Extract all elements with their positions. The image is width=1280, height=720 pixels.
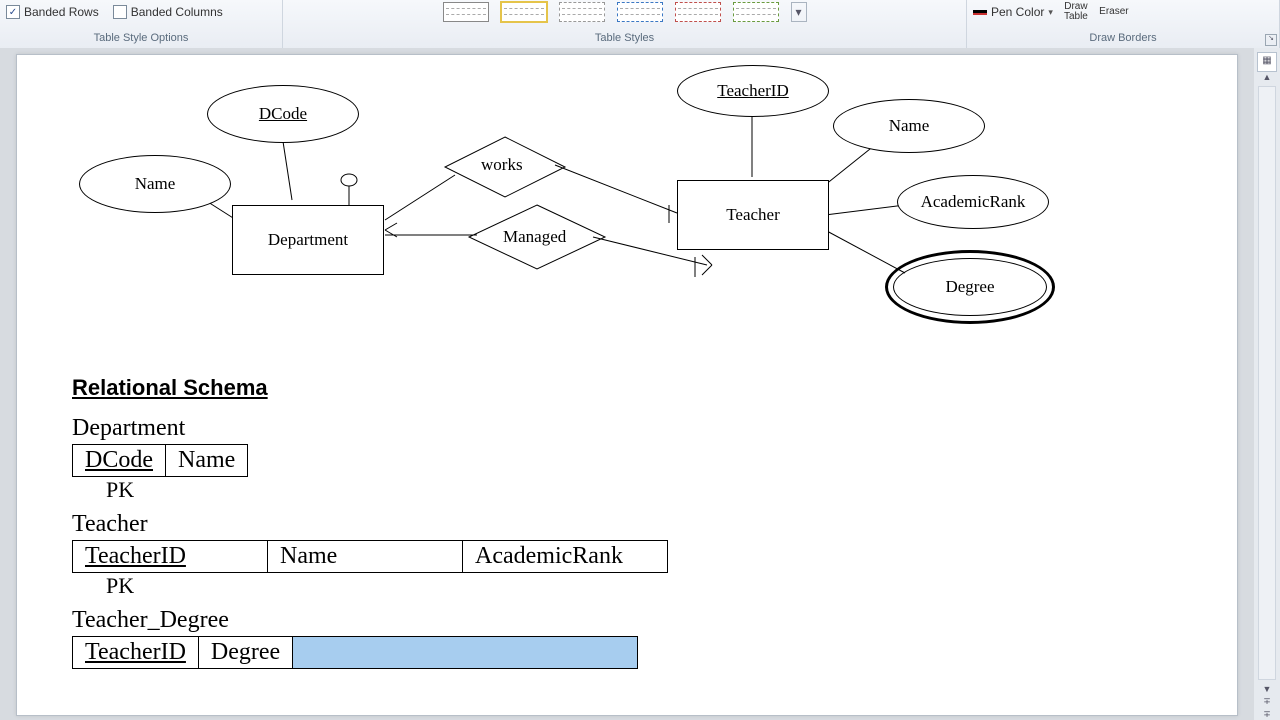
checkbox-icon xyxy=(113,5,127,19)
table-style-dashed[interactable] xyxy=(559,2,605,22)
attr-teacherid: TeacherID xyxy=(677,65,829,117)
rel-works-label: works xyxy=(481,155,523,175)
col-name[interactable]: Name xyxy=(268,541,463,573)
pk-label: PK xyxy=(106,573,668,599)
ribbon-group-options: ✓ Banded Rows Banded Columns Table Style… xyxy=(0,0,283,48)
chevron-down-icon: ▾ xyxy=(1048,7,1053,18)
attr-name-2: Name xyxy=(833,99,985,153)
ruler-icon[interactable]: ▦ xyxy=(1257,52,1277,72)
relational-schema: Relational Schema Department DCode Name … xyxy=(72,375,668,671)
col-degree[interactable]: Degree xyxy=(198,637,292,669)
table-style-selected[interactable] xyxy=(501,2,547,22)
col-teacherid[interactable]: TeacherID xyxy=(73,637,199,669)
document-page: DCode Name TeacherID Name AcademicRank D… xyxy=(16,54,1238,716)
group-label: Draw Borders xyxy=(973,32,1273,46)
col-teacherid[interactable]: TeacherID xyxy=(73,541,268,573)
ribbon: ✓ Banded Rows Banded Columns Table Style… xyxy=(0,0,1280,49)
table-style-red[interactable] xyxy=(675,2,721,22)
entity-teacher: Teacher xyxy=(677,180,829,250)
workspace: DCode Name TeacherID Name AcademicRank D… xyxy=(0,48,1254,720)
checkbox-banded-columns[interactable]: Banded Columns xyxy=(113,5,223,19)
ribbon-group-borders: Pen Color ▾ Draw Table Eraser Draw Borde… xyxy=(967,0,1280,48)
draw-table-button[interactable]: Draw Table xyxy=(1061,2,1091,22)
col-academicrank[interactable]: AcademicRank xyxy=(463,541,668,573)
attr-academicrank: AcademicRank xyxy=(897,175,1049,229)
checkbox-banded-rows[interactable]: ✓ Banded Rows xyxy=(6,5,99,19)
attr-name: Name xyxy=(79,155,231,213)
scroll-down-button[interactable]: ▼ xyxy=(1263,684,1272,694)
attr-degree-multivalued: Degree xyxy=(885,250,1055,324)
checkbox-label: Banded Rows xyxy=(24,5,99,19)
scroll-up-button[interactable]: ▲ xyxy=(1263,72,1272,82)
group-label: Table Style Options xyxy=(6,32,276,46)
page-up-button[interactable]: ∓ xyxy=(1263,696,1271,707)
group-label: Table Styles xyxy=(289,32,960,46)
table-teacher-degree[interactable]: TeacherID Degree xyxy=(72,636,638,669)
rel-managed-label: Managed xyxy=(503,227,566,247)
col-selected-empty[interactable] xyxy=(293,637,638,669)
schema-heading: Relational Schema xyxy=(72,375,668,401)
table-style-blue[interactable] xyxy=(617,2,663,22)
table-style-plain[interactable] xyxy=(443,2,489,22)
dialog-launcher-icon[interactable]: ↘ xyxy=(1265,34,1277,46)
entity-department: Department xyxy=(232,205,384,275)
pen-color-label: Pen Color xyxy=(991,5,1044,19)
pk-label: PK xyxy=(106,477,668,503)
col-dcode[interactable]: DCode xyxy=(73,445,166,477)
table-name-teacher: Teacher xyxy=(72,511,668,538)
col-name[interactable]: Name xyxy=(166,445,248,477)
right-sidebar: ▦ ▲ ▼ ∓ ∓ xyxy=(1253,48,1280,720)
table-teacher: TeacherID Name AcademicRank xyxy=(72,540,668,573)
page-down-button[interactable]: ∓ xyxy=(1263,709,1271,720)
checkbox-label: Banded Columns xyxy=(131,5,223,19)
table-department: DCode Name xyxy=(72,444,248,477)
gallery-more-button[interactable]: ▾ xyxy=(791,2,807,22)
table-name-department: Department xyxy=(72,415,668,442)
checkbox-icon: ✓ xyxy=(6,5,20,19)
pen-color-dropdown[interactable]: Pen Color ▾ xyxy=(973,5,1053,19)
vertical-scrollbar[interactable] xyxy=(1258,86,1276,680)
table-style-green[interactable] xyxy=(733,2,779,22)
eraser-button[interactable]: Eraser xyxy=(1099,7,1129,17)
attr-dcode: DCode xyxy=(207,85,359,143)
ribbon-group-styles: ▾ Table Styles xyxy=(283,0,967,48)
pen-color-icon xyxy=(973,10,987,15)
table-name-teacher-degree: Teacher_Degree xyxy=(72,607,668,634)
